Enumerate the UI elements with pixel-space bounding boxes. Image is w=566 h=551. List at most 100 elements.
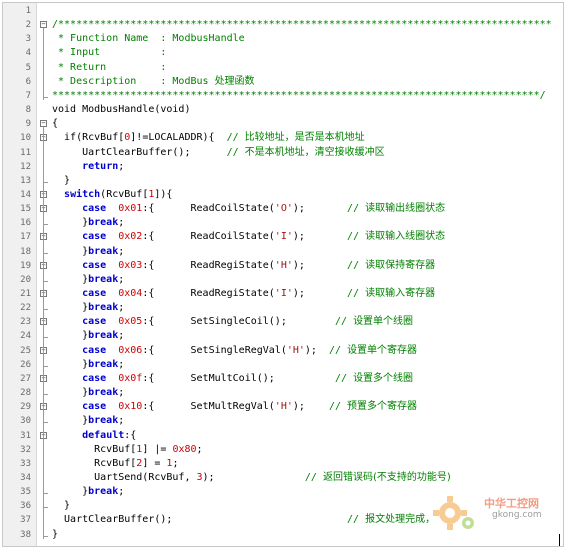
line-number: 30 (20, 416, 31, 427)
code-line[interactable]: default:{ (52, 429, 136, 443)
code-line[interactable]: * Return : (52, 61, 166, 75)
code-token: :{ SetMultCoil(); (142, 372, 335, 384)
code-line[interactable]: UartSend(RcvBuf, 3); // 返回错误码(不支持的功能号) (52, 471, 451, 485)
line-number: 9 (25, 119, 31, 130)
code-token: } (52, 486, 89, 498)
code-line[interactable]: case 0x04:{ ReadRegiState('I'); // 读取输入寄… (52, 287, 435, 301)
code-token: ; (118, 273, 125, 285)
code-editor[interactable]: 1 2 3 4 5 6 7 8 9 10 11 12 13 14 15 16 17 18 19 20 21 22 23 24 2… (2, 2, 564, 547)
fold-end-tick (43, 507, 48, 509)
code-line[interactable]: }break; (52, 245, 124, 259)
code-token: RcvBuf[ (52, 443, 137, 455)
code-token: 'H' (274, 401, 293, 413)
code-line[interactable]: case 0x05:{ SetSingleCoil(); // 设置单个线圈 (52, 315, 413, 329)
code-line[interactable]: case 0x02:{ ReadCoilState('I'); // 读取输入线… (52, 230, 445, 244)
code-token: ; (118, 486, 125, 498)
code-token: 0x10 (118, 401, 143, 413)
code-token: ****************************************… (52, 89, 546, 101)
code-line[interactable]: * Description : ModBus 处理函数 (52, 75, 255, 89)
line-number: 33 (20, 458, 31, 469)
line-number: 7 (25, 90, 31, 101)
line-number: 21 (20, 289, 31, 299)
code-line[interactable]: RcvBuf[1] |= 0x80; (52, 443, 203, 457)
code-line[interactable]: UartClearBuffer(); // 报文处理完成， (52, 513, 435, 527)
code-line[interactable]: }break; (52, 273, 124, 287)
code-token: // (328, 401, 348, 413)
line-number: 2 (25, 20, 31, 31)
code-token: :{ ReadCoilState( (142, 203, 275, 215)
code-line[interactable]: }break; (52, 301, 124, 315)
code-token: ); (304, 344, 329, 356)
code-token: // (335, 372, 354, 384)
code-line[interactable]: } (52, 499, 70, 513)
code-token: } (52, 358, 89, 370)
code-line[interactable]: void ModbusHandle(void) (52, 103, 190, 117)
code-line[interactable]: * Input : (52, 46, 166, 60)
code-token: case (82, 203, 107, 215)
code-line[interactable]: return; (52, 160, 124, 174)
code-token: ] = (142, 457, 167, 469)
fold-end-tick (43, 252, 48, 254)
code-token: 0x01 (118, 203, 143, 215)
code-token: * Function Name : ModbusHandle (52, 33, 245, 45)
fold-end-tick (43, 394, 48, 396)
code-token: :{ SetSingleCoil(); (142, 316, 335, 328)
line-number: 18 (20, 246, 31, 257)
code-token: } (52, 245, 89, 257)
line-number: 32 (20, 444, 31, 455)
code-line[interactable]: }break; (52, 485, 124, 499)
code-line[interactable]: }break; (52, 386, 124, 400)
fold-toggle-icon[interactable]: − (40, 21, 47, 29)
code-line[interactable]: } (52, 528, 58, 542)
code-token: break (88, 302, 119, 314)
code-line[interactable]: case 0x10:{ SetMultRegVal('H'); // 预置多个寄… (52, 400, 417, 414)
code-line[interactable]: }break; (52, 414, 124, 428)
fold-end-tick (43, 280, 48, 282)
code-line[interactable]: case 0x01:{ ReadCoilState('O'); // 读取输出线… (52, 202, 445, 216)
code-token: break (88, 217, 119, 229)
code-line[interactable]: case 0x03:{ ReadRegiState('H'); // 读取保持寄… (52, 259, 435, 273)
code-token: :{ SetMultRegVal( (142, 401, 275, 413)
code-line[interactable]: * Function Name : ModbusHandle (52, 32, 245, 46)
line-number: 3 (25, 34, 31, 45)
code-token: 'I' (274, 288, 293, 299)
code-line[interactable]: }break; (52, 358, 124, 372)
code-token: ; (118, 330, 125, 342)
fold-toggle-icon[interactable]: − (40, 120, 47, 128)
code-token: ); (292, 203, 348, 215)
code-line[interactable]: UartClearBuffer(); // 不是本机地址，清空接收缓冲区 (52, 146, 385, 160)
code-token: (RcvBuf[ (100, 188, 149, 200)
code-token: break (88, 415, 119, 427)
line-number: 16 (20, 218, 31, 229)
line-number: 37 (20, 515, 31, 526)
code-token: 处理函数 (214, 75, 255, 87)
line-number: 1 (25, 6, 31, 16)
code-token: :{ SetSingleRegVal( (142, 344, 287, 356)
code-line[interactable]: }break; (52, 216, 124, 230)
code-token: ; (118, 160, 125, 172)
code-token: 设置单个寄存器 (347, 344, 418, 356)
code-token: 0x05 (118, 316, 143, 328)
code-token: } (52, 528, 59, 540)
code-line[interactable]: { (52, 117, 58, 131)
code-token: ; (196, 443, 203, 455)
code-line[interactable]: case 0x06:{ SetSingleRegVal('H'); // 设置单… (52, 344, 417, 358)
code-line[interactable]: /***************************************… (52, 18, 552, 32)
code-line[interactable]: }break; (52, 329, 124, 343)
code-token: } (52, 174, 71, 186)
code-token: default (82, 429, 125, 441)
code-line[interactable]: case 0x0f:{ SetMultCoil(); // 设置多个线圈 (52, 372, 413, 386)
code-line[interactable]: RcvBuf[2] = 1; (52, 457, 178, 471)
code-line[interactable]: if(RcvBuf[0]!=LOCALADDR){ // 比较地址，是否是本机地… (52, 131, 365, 145)
code-line[interactable]: ****************************************… (52, 89, 546, 103)
code-token: // (347, 514, 366, 526)
code-token: * Description : ModBus (52, 75, 215, 87)
line-number: 29 (20, 402, 31, 413)
fold-guide-line (43, 127, 44, 539)
fold-end-tick (43, 96, 48, 98)
code-line[interactable]: } (52, 174, 70, 188)
code-line[interactable]: switch(RcvBuf[1]){ (52, 188, 172, 202)
